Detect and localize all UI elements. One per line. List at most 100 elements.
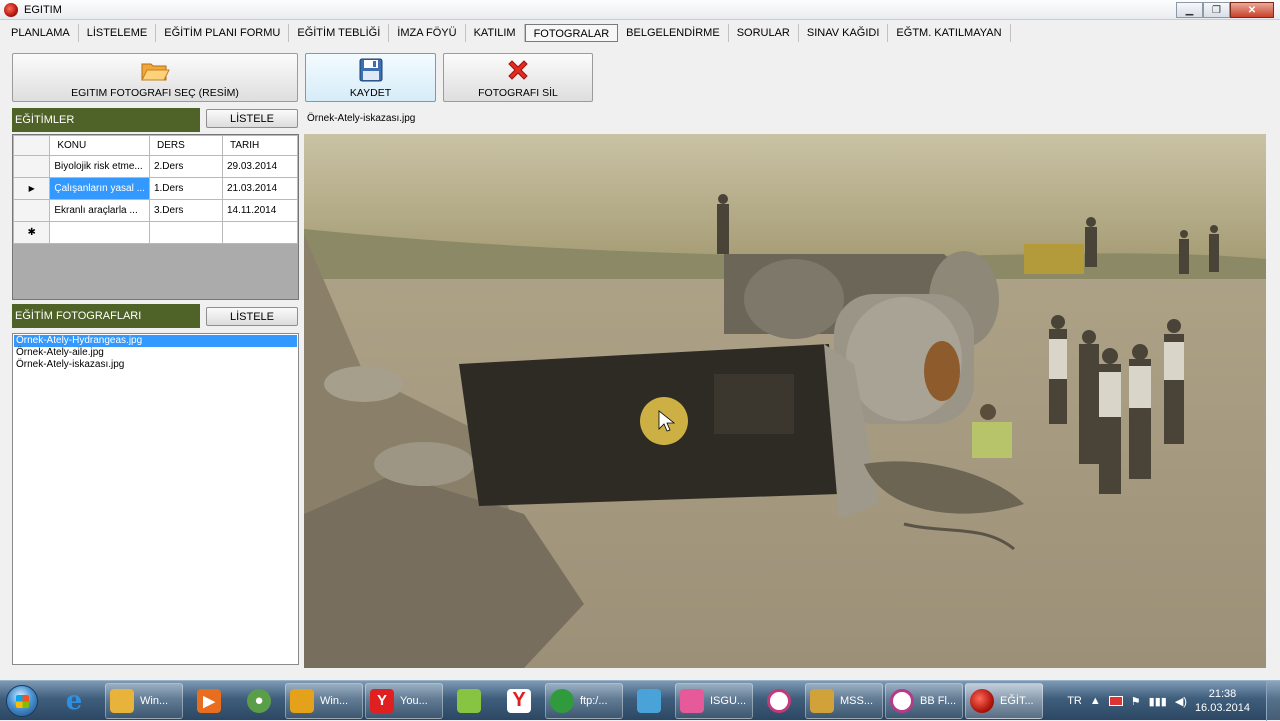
cell-new-ders[interactable] bbox=[148, 221, 223, 244]
cell-konu[interactable]: Biyolojik risk etme... bbox=[49, 155, 150, 178]
egitim-app-icon bbox=[970, 688, 994, 713]
taskbar-item-speedometer[interactable] bbox=[755, 683, 803, 719]
clock[interactable]: 21:38 16.03.2014 bbox=[1195, 687, 1250, 715]
show-hidden-icons-icon[interactable]: ▲ bbox=[1090, 695, 1101, 707]
yandex-icon: Y bbox=[370, 688, 394, 713]
taskbar-item-yandex-browser[interactable]: Y bbox=[495, 683, 543, 719]
photos-list-button[interactable]: LİSTELE bbox=[206, 307, 298, 326]
taskbar-pinned-ie[interactable]: e bbox=[45, 683, 103, 719]
volume-icon[interactable]: ◀) bbox=[1175, 695, 1187, 708]
clock-time: 21:38 bbox=[1208, 688, 1237, 700]
taskbar-item-windows-explorer[interactable]: Win... bbox=[105, 682, 183, 719]
taskbar-item-egitim[interactable]: EĞİT... bbox=[965, 682, 1043, 719]
photos-header: EĞİTİM FOTOGRAFLARI bbox=[12, 304, 200, 328]
taskbar-item-disc[interactable]: ● bbox=[235, 683, 283, 719]
window-controls: ▁ ❐ ✕ bbox=[1176, 2, 1274, 18]
app-logo-icon bbox=[4, 2, 18, 17]
tab-egtm-katilmayan[interactable]: EĞTM. KATILMAYAN bbox=[888, 24, 1011, 42]
tab-listeleme[interactable]: LİSTELEME bbox=[79, 24, 157, 42]
taskbar-item-win-puzzle[interactable]: Win... bbox=[285, 682, 363, 719]
speedometer-icon bbox=[767, 688, 791, 713]
taskbar-item-youtube[interactable]: Y You... bbox=[365, 682, 443, 719]
photo-file-list[interactable]: Örnek-Ately-Hydrangeas.jpg Örnek-Ately-a… bbox=[12, 333, 299, 665]
tab-belgelendirme[interactable]: BELGELENDİRME bbox=[618, 24, 729, 42]
trainings-grid: KONU DERS TARIH Biyolojik risk etme... 2… bbox=[12, 134, 299, 300]
title-bar: EGITIM ▁ ❐ ✕ bbox=[0, 0, 1280, 20]
list-item[interactable]: Örnek-Ately-Hydrangeas.jpg bbox=[14, 335, 297, 347]
save-label: KAYDET bbox=[349, 87, 392, 99]
column-header-ders[interactable]: DERS bbox=[148, 135, 223, 156]
tab-sinav-kagidi[interactable]: SINAV KAĞIDI bbox=[799, 24, 889, 42]
flag-icon[interactable]: ⚑ bbox=[1131, 695, 1141, 708]
stack-icon bbox=[637, 688, 661, 713]
table-row[interactable]: ▶ Çalışanların yasal ... 1.Ders 21.03.20… bbox=[13, 177, 298, 200]
tab-katilim[interactable]: KATILIM bbox=[466, 24, 525, 42]
column-header-tarih[interactable]: TARIH bbox=[221, 135, 298, 156]
language-indicator[interactable]: TR bbox=[1067, 695, 1082, 707]
show-desktop-button[interactable] bbox=[1266, 681, 1280, 721]
tab-sorular[interactable]: SORULAR bbox=[729, 24, 799, 42]
taskbar-item-stack[interactable] bbox=[625, 683, 673, 719]
taskbar-item-mss[interactable]: MSS... bbox=[805, 682, 883, 719]
row-header[interactable] bbox=[13, 199, 51, 222]
cell-ders[interactable]: 2.Ders bbox=[148, 155, 223, 178]
select-photo-button[interactable]: EGITIM FOTOGRAFI SEÇ (RESİM) bbox=[12, 53, 298, 102]
new-row-indicator-icon[interactable]: ✱ bbox=[13, 221, 51, 244]
row-header-corner bbox=[13, 135, 51, 156]
table-row[interactable]: Ekranlı araçlarla ... 3.Ders 14.11.2014 bbox=[13, 199, 298, 222]
system-tray: TR ▲ ⚑ ▮▮▮ ◀) 21:38 16.03.2014 bbox=[1067, 681, 1250, 721]
taskbar: e Win... ▶ ● Win... Y You... Y ftp:/... … bbox=[0, 680, 1280, 721]
list-item[interactable]: Örnek-Ately-aile.jpg bbox=[14, 347, 297, 359]
flashback-icon bbox=[890, 688, 914, 713]
minimize-button[interactable]: ▁ bbox=[1176, 2, 1203, 18]
cell-new-konu[interactable] bbox=[49, 221, 150, 244]
grid-header-row: KONU DERS TARIH bbox=[13, 135, 298, 156]
puzzle-icon bbox=[290, 688, 314, 713]
list-item[interactable]: Örnek-Ately-iskazası.jpg bbox=[14, 359, 297, 371]
ftp-icon bbox=[550, 688, 574, 713]
taskbar-item-sticky-notes[interactable] bbox=[445, 683, 493, 719]
cell-tarih[interactable]: 21.03.2014 bbox=[221, 177, 298, 200]
tab-egitim-teblig[interactable]: EĞİTİM TEBLİĞİ bbox=[289, 24, 390, 42]
cell-konu[interactable]: Ekranlı araçlarla ... bbox=[49, 199, 150, 222]
column-header-konu[interactable]: KONU bbox=[49, 135, 150, 156]
current-row-indicator-icon[interactable]: ▶ bbox=[13, 177, 51, 200]
cell-ders[interactable]: 1.Ders bbox=[148, 177, 223, 200]
delete-photo-label: FOTOGRAFI SİL bbox=[478, 87, 558, 99]
start-button[interactable] bbox=[0, 681, 44, 721]
media-player-icon: ▶ bbox=[197, 688, 221, 713]
yandex-browser-icon: Y bbox=[507, 688, 531, 713]
mss-icon bbox=[810, 688, 834, 713]
row-header[interactable] bbox=[13, 155, 51, 178]
accident-photo-image bbox=[304, 134, 1266, 668]
tray-app-icon[interactable] bbox=[1108, 696, 1123, 706]
red-x-icon bbox=[506, 58, 530, 85]
taskbar-item-media-player[interactable]: ▶ bbox=[185, 683, 233, 719]
trainings-list-button[interactable]: LİSTELE bbox=[206, 109, 298, 128]
tab-planlama[interactable]: PLANLAMA bbox=[3, 24, 79, 42]
cell-konu[interactable]: Çalışanların yasal ... bbox=[49, 177, 150, 200]
internet-explorer-icon: e bbox=[65, 685, 83, 716]
cell-ders[interactable]: 3.Ders bbox=[148, 199, 223, 222]
cell-tarih[interactable]: 29.03.2014 bbox=[221, 155, 298, 178]
tab-fotograflar[interactable]: FOTOGRALAR bbox=[524, 24, 619, 42]
table-row[interactable]: Biyolojik risk etme... 2.Ders 29.03.2014 bbox=[13, 155, 298, 178]
isgu-icon bbox=[680, 688, 704, 713]
delete-photo-button[interactable]: FOTOGRAFI SİL bbox=[443, 53, 593, 102]
new-row[interactable]: ✱ bbox=[13, 221, 298, 244]
cell-tarih[interactable]: 14.11.2014 bbox=[221, 199, 298, 222]
taskbar-item-ftp[interactable]: ftp:/... bbox=[545, 682, 623, 719]
tab-egitim-plani-formu[interactable]: EĞİTİM PLANI FORMU bbox=[156, 24, 290, 42]
taskbar-item-bb-flashback[interactable]: BB Fl... bbox=[885, 682, 963, 719]
maximize-button[interactable]: ❐ bbox=[1203, 2, 1230, 18]
cell-new-tarih[interactable] bbox=[221, 221, 298, 244]
floppy-disk-icon bbox=[359, 58, 383, 85]
photo-preview bbox=[304, 134, 1266, 668]
close-button[interactable]: ✕ bbox=[1230, 2, 1274, 18]
window-title: EGITIM bbox=[24, 3, 62, 16]
network-signal-icon[interactable]: ▮▮▮ bbox=[1149, 695, 1167, 708]
taskbar-item-isgu[interactable]: ISGU... bbox=[675, 682, 753, 719]
folder-open-icon bbox=[140, 60, 170, 85]
save-button[interactable]: KAYDET bbox=[305, 53, 436, 102]
tab-imza-foyu[interactable]: İMZA FÖYÜ bbox=[389, 24, 466, 42]
